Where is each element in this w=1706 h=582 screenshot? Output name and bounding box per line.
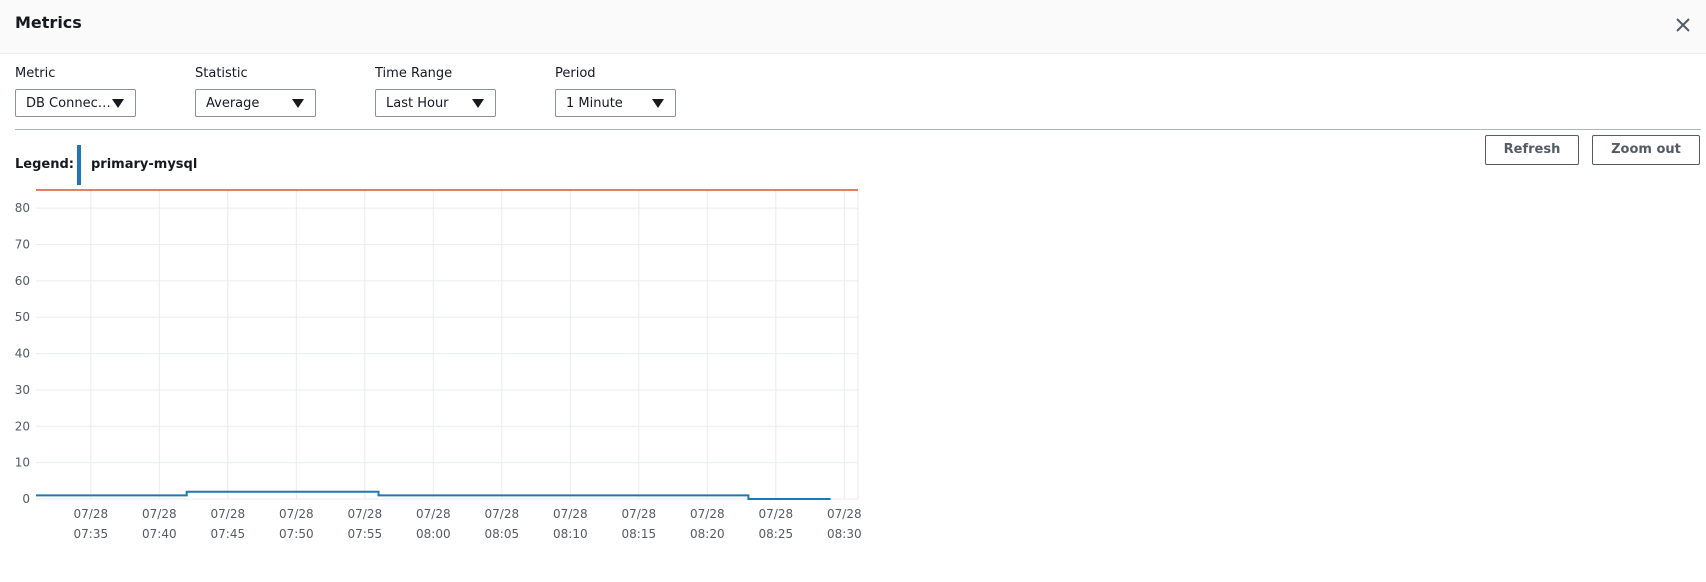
zoom-out-button[interactable]: Zoom out	[1592, 135, 1700, 165]
y-tick-label: 0	[22, 492, 30, 506]
time-range-select[interactable]: Last Hour	[375, 89, 496, 117]
x-tick-time: 07:40	[142, 527, 177, 541]
x-tick-date: 07/28	[622, 507, 657, 521]
statistic-select[interactable]: Average	[195, 89, 316, 117]
period-value: 1 Minute	[566, 96, 623, 111]
metrics-line-chart: 0 10 20 30 40 50 60 70 80 07/28 07:35 07/28 07:40 07…	[15, 189, 862, 541]
x-tick-time: 07:55	[348, 527, 383, 541]
modal-title: Metrics	[15, 13, 82, 32]
x-tick-date: 07/28	[416, 507, 451, 521]
caret-down-icon	[652, 99, 664, 108]
caret-down-icon	[472, 99, 484, 108]
x-tick-time: 07:45	[211, 527, 246, 541]
caret-down-icon	[292, 99, 304, 108]
x-tick-date: 07/28	[553, 507, 588, 521]
x-tick-date: 07/28	[211, 507, 246, 521]
y-tick-label: 60	[15, 274, 30, 288]
x-tick-date: 07/28	[827, 507, 862, 521]
metric-select[interactable]: DB Connec…	[15, 89, 136, 117]
legend-label: Legend:	[15, 157, 74, 172]
x-tick-date: 07/28	[74, 507, 109, 521]
y-tick-label: 50	[15, 310, 30, 324]
refresh-button[interactable]: Refresh	[1485, 135, 1579, 165]
x-tick-date: 07/28	[279, 507, 314, 521]
x-tick-time: 08:15	[622, 527, 657, 541]
x-tick-time: 07:35	[74, 527, 109, 541]
divider	[15, 129, 1701, 130]
period-select[interactable]: 1 Minute	[555, 89, 676, 117]
legend-series-name: primary-mysql	[91, 157, 198, 172]
statistic-label: Statistic	[195, 66, 248, 81]
metric-value: DB Connec…	[26, 96, 111, 111]
time-range-value: Last Hour	[386, 96, 449, 111]
x-tick-time: 08:05	[485, 527, 520, 541]
x-tick-time: 08:30	[827, 527, 862, 541]
x-tick-time: 08:10	[553, 527, 588, 541]
x-tick-date: 07/28	[690, 507, 725, 521]
x-tick-date: 07/28	[759, 507, 794, 521]
modal-header: Metrics	[0, 0, 1706, 54]
y-tick-label: 70	[15, 238, 30, 252]
close-icon[interactable]	[1672, 14, 1694, 36]
period-label: Period	[555, 66, 596, 81]
x-tick-time: 08:20	[690, 527, 725, 541]
time-range-label: Time Range	[375, 66, 453, 81]
legend-swatch	[77, 145, 81, 185]
x-tick-time: 07:50	[279, 527, 314, 541]
x-tick-date: 07/28	[142, 507, 177, 521]
x-tick-date: 07/28	[485, 507, 520, 521]
y-tick-label: 40	[15, 347, 30, 361]
statistic-value: Average	[206, 96, 260, 111]
x-tick-date: 07/28	[348, 507, 383, 521]
y-tick-label: 20	[15, 419, 30, 433]
y-tick-label: 30	[15, 383, 30, 397]
x-tick-time: 08:25	[759, 527, 794, 541]
x-tick-time: 08:00	[416, 527, 451, 541]
y-tick-label: 80	[15, 201, 30, 215]
metric-label: Metric	[15, 66, 56, 81]
y-tick-label: 10	[15, 456, 30, 470]
caret-down-icon	[112, 99, 124, 108]
